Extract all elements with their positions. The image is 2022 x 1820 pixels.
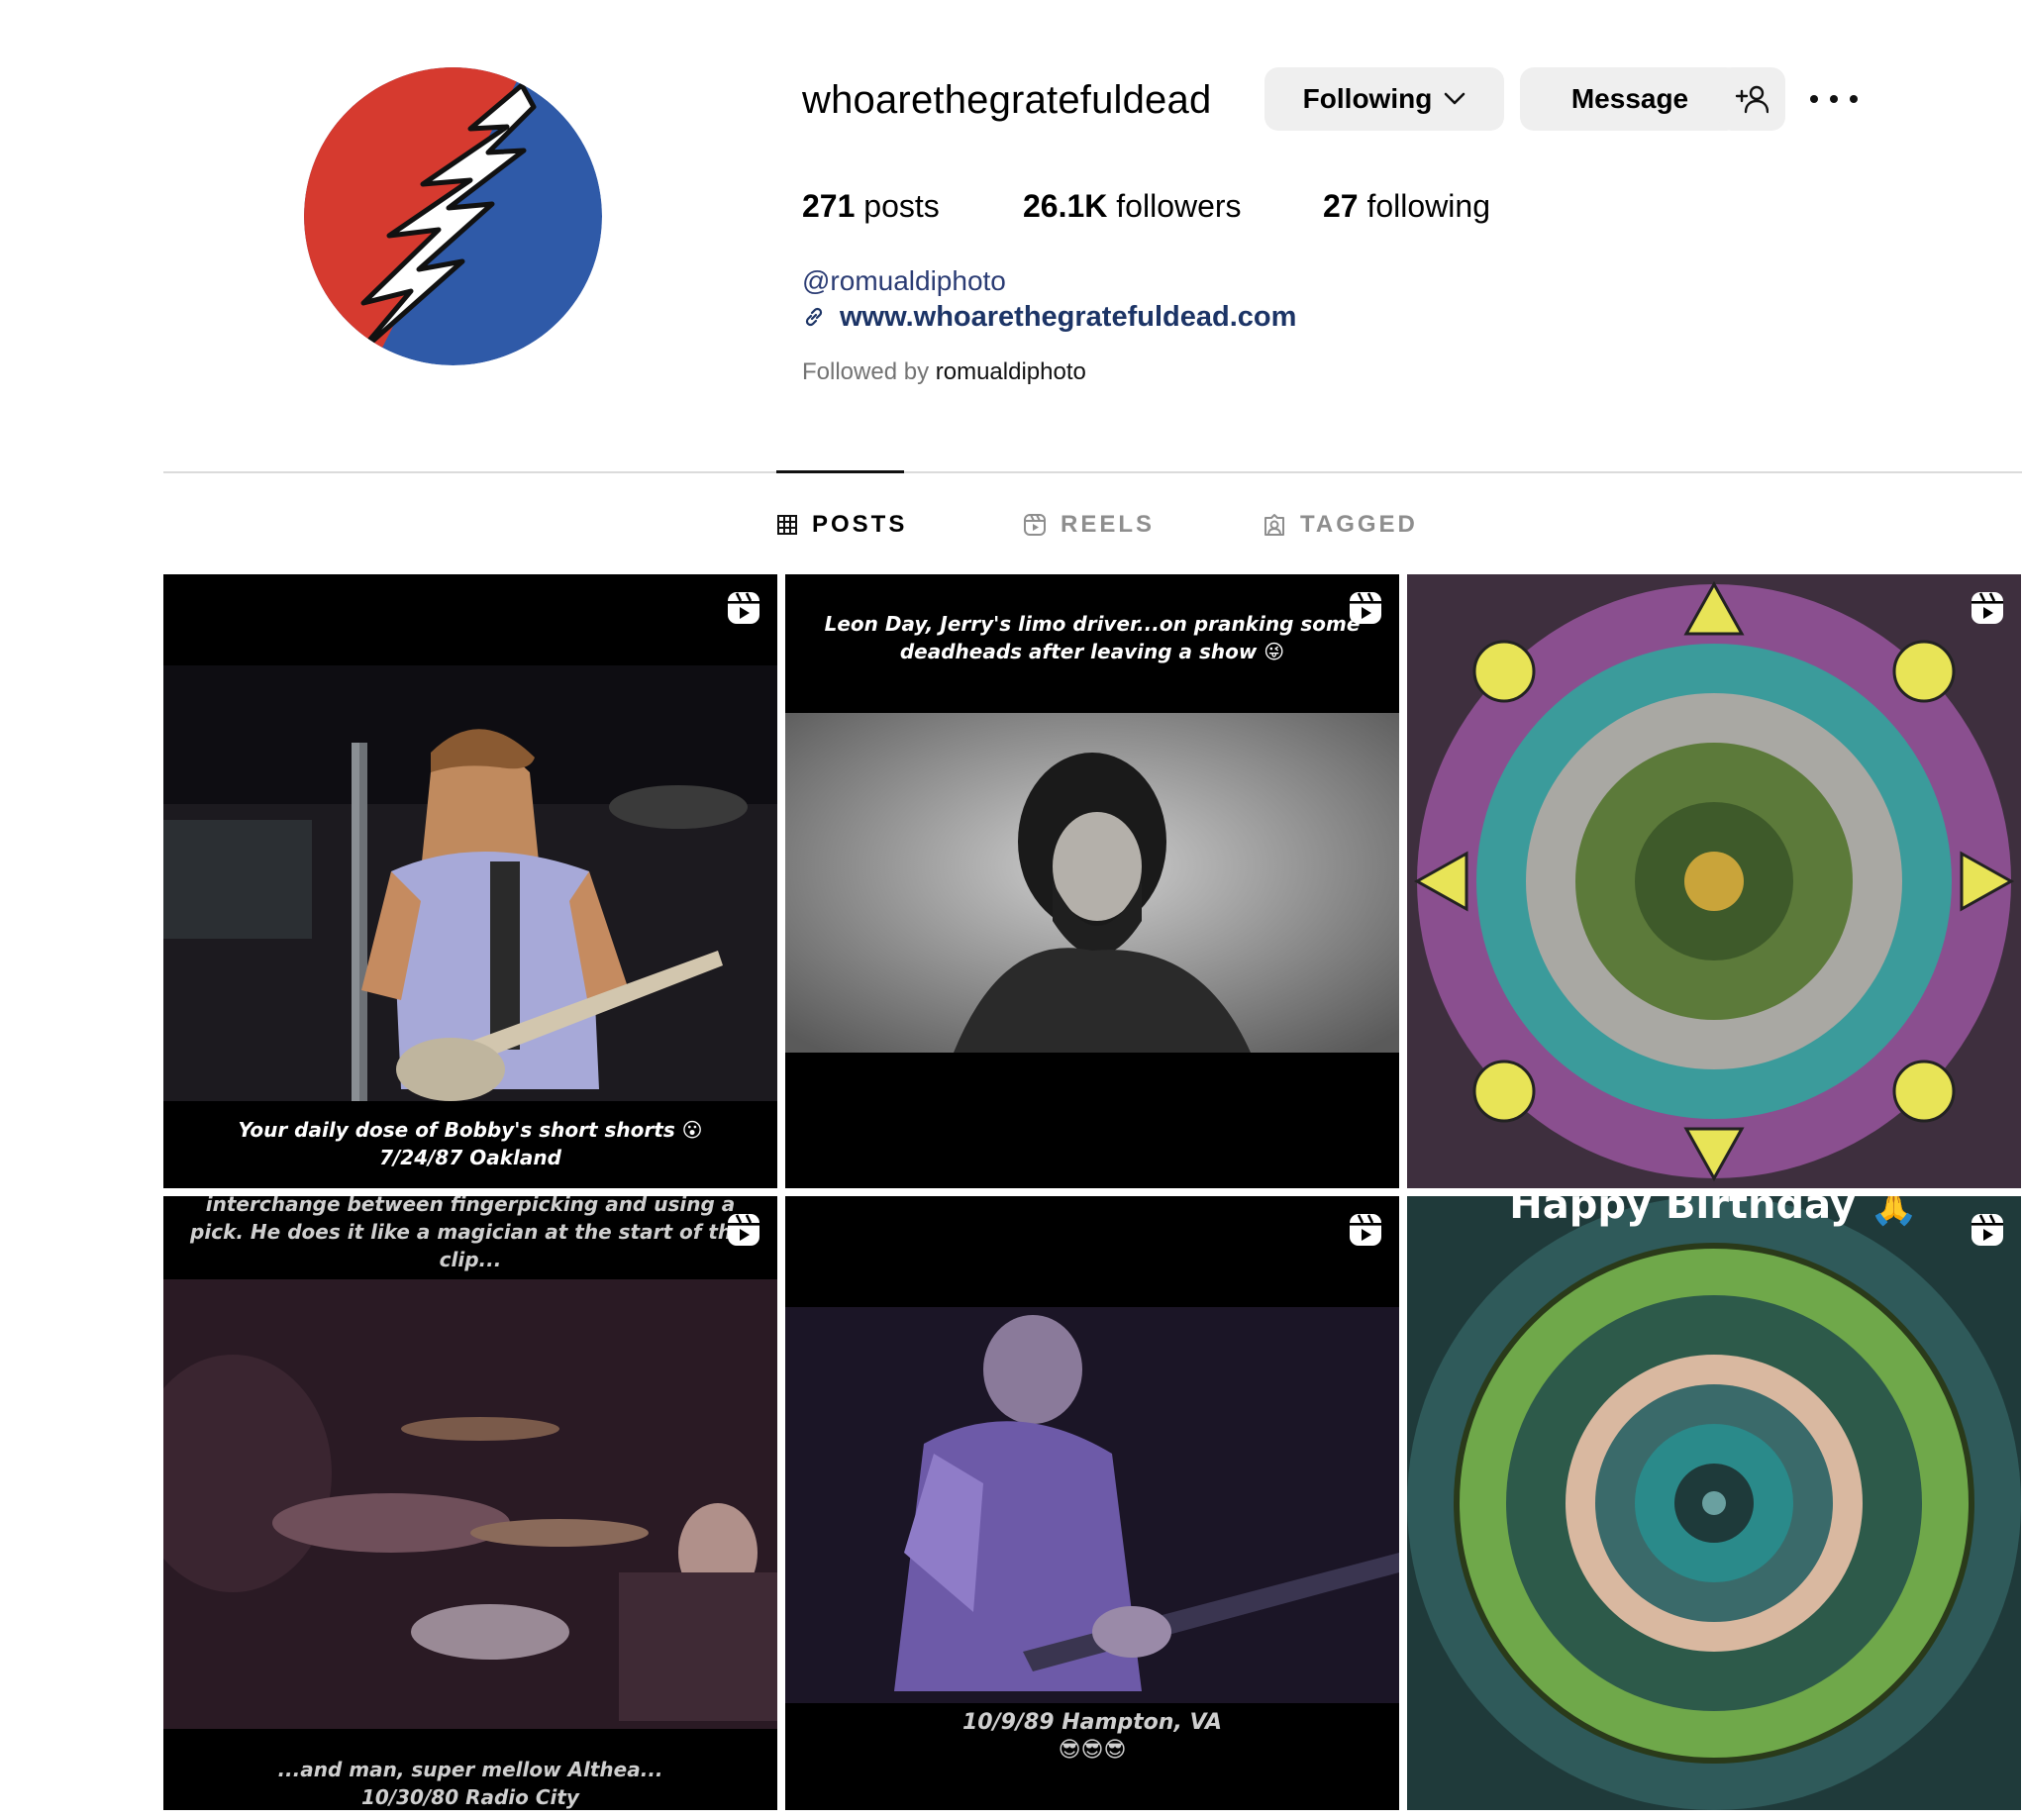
caption-line: 😎😎😎 (1058, 1738, 1127, 1763)
caption-line: Leon Day, Jerry's limo driver...on prank… (824, 612, 1361, 636)
following-button[interactable]: Following (1264, 67, 1504, 131)
grid-icon (777, 515, 797, 535)
more-dot (1810, 95, 1818, 103)
tab-posts[interactable]: POSTS (776, 505, 907, 545)
reels-icon (1024, 514, 1046, 536)
post-caption: Your daily dose of Bobby's short shorts … (163, 1116, 777, 1171)
reel-icon (728, 592, 759, 624)
caption-line: 7/24/87 Oakland (379, 1146, 561, 1169)
caption-line: interchange between fingerpicking and us… (205, 1196, 736, 1216)
add-user-icon (1735, 85, 1769, 114)
post-caption-bottom: ...and man, super mellow Althea... 10/30… (163, 1756, 777, 1810)
more-dot (1850, 95, 1858, 103)
post-tile[interactable] (1407, 574, 2021, 1188)
reel-icon (1971, 592, 2003, 624)
post-thumbnail (1407, 574, 2021, 1188)
reel-icon (728, 1214, 759, 1246)
followers-count-value: 26.1K (1023, 188, 1108, 224)
more-dot (1830, 95, 1838, 103)
steal-your-face-icon (304, 67, 602, 365)
post-thumbnail (1407, 1196, 2021, 1810)
post-caption: Happy Birthday 🙏 (1407, 1196, 2021, 1228)
posts-count: 271 posts (802, 184, 940, 228)
post-tile[interactable]: 10/9/89 Hampton, VA 😎😎😎 (785, 1196, 1399, 1810)
caption-line: deadheads after leaving a show 😜 (899, 640, 1285, 663)
following-button-label: Following (1302, 83, 1433, 114)
message-button-label: Message (1570, 83, 1689, 114)
profile-avatar[interactable] (304, 67, 602, 365)
caption-line: pick. He does it like a magician at the … (190, 1220, 751, 1244)
caption-line: clip... (439, 1248, 502, 1271)
followed-by-prefix: Followed by (802, 358, 930, 385)
reel-icon (1350, 592, 1381, 624)
post-caption: Leon Day, Jerry's limo driver...on prank… (785, 610, 1399, 665)
website-link[interactable]: www.whoarethegratefuldead.com (802, 298, 1296, 336)
following-link[interactable]: 27 following (1323, 184, 1490, 228)
tab-tagged-label: TAGGED (1300, 511, 1418, 538)
tab-posts-label: POSTS (812, 511, 908, 538)
posts-count-label: posts (863, 188, 940, 224)
tabs-divider (163, 471, 2022, 473)
reel-icon (1971, 1214, 2003, 1246)
reel-icon (1350, 1214, 1381, 1246)
caption-line: Happy Birthday 🙏 (1509, 1196, 1919, 1228)
message-button[interactable]: Message (1520, 67, 1740, 131)
following-count-value: 27 (1323, 188, 1359, 224)
post-thumbnail (163, 574, 777, 1188)
caption-line: 10/9/89 Hampton, VA (961, 1710, 1223, 1735)
tab-tagged[interactable]: TAGGED (1263, 505, 1418, 545)
suggest-users-button[interactable] (1718, 67, 1785, 131)
caption-line: Your daily dose of Bobby's short shorts … (238, 1118, 703, 1142)
post-thumbnail (785, 574, 1399, 1188)
post-tile[interactable]: interchange between fingerpicking and us… (163, 1196, 777, 1810)
post-caption: 10/9/89 Hampton, VA 😎😎😎 (785, 1709, 1399, 1765)
post-tile[interactable]: Leon Day, Jerry's limo driver...on prank… (785, 574, 1399, 1188)
posts-count-value: 271 (802, 188, 856, 224)
bio-mention-link[interactable]: @romualdiphoto (802, 263, 1006, 299)
followers-count-label: followers (1116, 188, 1242, 224)
chevron-down-icon (1445, 92, 1466, 105)
followed-by-user-link[interactable]: romualdiphoto (936, 358, 1086, 385)
followed-by: Followed by romualdiphoto (802, 356, 1086, 388)
post-tile[interactable]: Your daily dose of Bobby's short shorts … (163, 574, 777, 1188)
active-tab-indicator (776, 470, 904, 473)
following-count-label: following (1366, 188, 1490, 224)
tab-reels-label: REELS (1061, 511, 1156, 538)
post-tile[interactable]: Happy Birthday 🙏 (1407, 1196, 2021, 1810)
tagged-icon (1264, 514, 1284, 536)
caption-line: ...and man, super mellow Althea... (277, 1758, 663, 1781)
link-icon (805, 307, 823, 327)
post-caption: interchange between fingerpicking and us… (163, 1196, 777, 1273)
more-options-button[interactable] (1810, 81, 1858, 117)
followers-link[interactable]: 26.1K followers (1023, 184, 1242, 228)
caption-line: 10/30/80 Radio City (361, 1785, 579, 1809)
profile-username: whoarethegratefuldead (802, 78, 1212, 122)
website-link-text: www.whoarethegratefuldead.com (840, 301, 1297, 333)
post-thumbnail (163, 1196, 777, 1810)
tab-reels[interactable]: REELS (1023, 505, 1155, 545)
